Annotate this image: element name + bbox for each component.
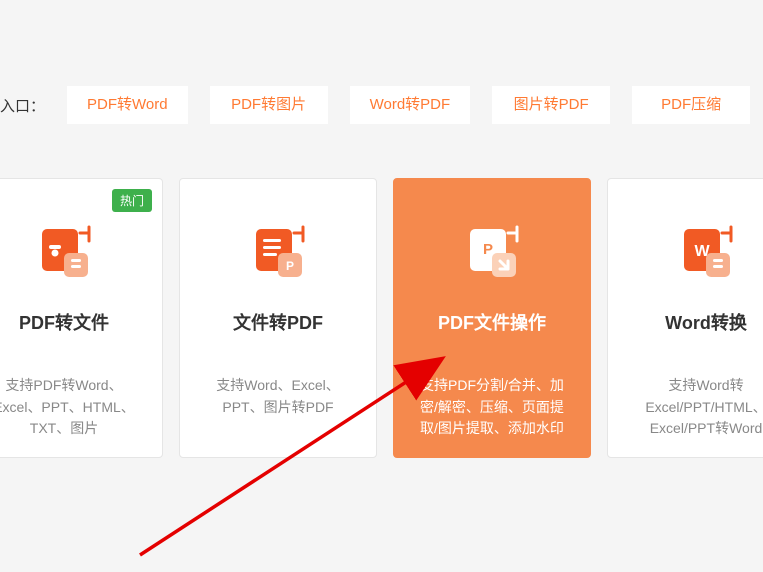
- card-pdf-to-file[interactable]: 热门 PDF转文件 支持PDF转Word、Excel、PPT、HTML、TXT、…: [0, 178, 163, 458]
- card-desc: 支持PDF转Word、Excel、PPT、HTML、TXT、图片: [0, 375, 148, 440]
- card-word-convert[interactable]: W Word转换 支持Word转Excel/PPT/HTML、Excel/PPT…: [607, 178, 763, 458]
- pdf-to-file-icon: [34, 223, 94, 283]
- card-desc: 支持Word转Excel/PPT/HTML、Excel/PPT转Word: [622, 375, 763, 440]
- file-to-pdf-icon: P: [248, 223, 308, 283]
- card-desc: 支持PDF分割/合并、加密/解密、压缩、页面提取/图片提取、添加水印: [408, 375, 576, 440]
- tab-pdf-compress[interactable]: PDF压缩: [632, 86, 750, 124]
- tab-word-to-pdf[interactable]: Word转PDF: [350, 86, 471, 124]
- card-desc: 支持Word、Excel、PPT、图片转PDF: [194, 375, 362, 418]
- card-title: PDF转文件: [19, 309, 109, 335]
- tab-pdf-to-word[interactable]: PDF转Word: [67, 86, 188, 124]
- card-title: 文件转PDF: [233, 309, 323, 335]
- tab-pdf-to-image[interactable]: PDF转图片: [210, 86, 328, 124]
- card-title: Word转换: [665, 309, 747, 335]
- entry-label: 入口：: [0, 95, 45, 116]
- card-pdf-operations[interactable]: P PDF文件操作 支持PDF分割/合并、加密/解密、压缩、页面提取/图片提取、…: [393, 178, 591, 458]
- card-title: PDF文件操作: [438, 309, 546, 335]
- svg-text:P: P: [286, 259, 294, 273]
- word-convert-icon: W: [676, 223, 736, 283]
- card-file-to-pdf[interactable]: P 文件转PDF 支持Word、Excel、PPT、图片转PDF: [179, 178, 377, 458]
- tab-image-to-pdf[interactable]: 图片转PDF: [492, 86, 610, 124]
- pdf-operations-icon: P: [462, 223, 522, 283]
- hot-badge: 热门: [112, 189, 152, 212]
- svg-text:P: P: [483, 241, 493, 258]
